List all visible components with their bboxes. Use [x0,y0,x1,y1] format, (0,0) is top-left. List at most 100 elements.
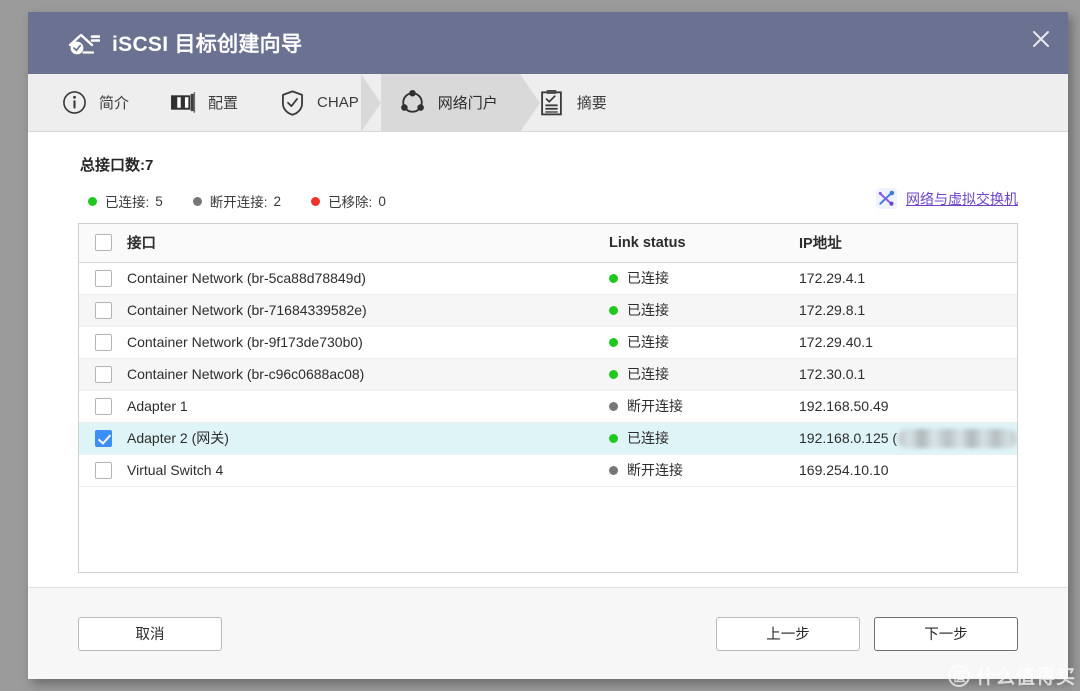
table-row[interactable]: Container Network (br-c96c0688ac08) 已连接 17… [79,358,1017,391]
connected-dot-icon [609,305,618,315]
step-config-label: 配置 [208,95,239,112]
ip-cell: 172.29.8.1 [799,302,1017,318]
legend-disconnected-value: 2 [273,193,282,209]
row-interface-name: Virtual Switch 4 [127,454,609,487]
row-interface-name: Container Network (br-9f173de730b0) [127,326,609,359]
header-select-all-cell [79,224,127,263]
ip-text: 192.168.0.125 ( [799,430,898,446]
iscsi-wizard-dialog: iSCSI 目标创建向导 简介 配置 CHAP 网络门户 摘要 总接口数:7 已… [28,12,1068,679]
row-checkbox[interactable] [95,397,112,415]
row-interface-name: Adapter 2 (网关) [127,422,609,455]
row-checkbox[interactable] [95,333,112,351]
row-ip-address: 192.168.0.125 ( [799,422,1017,455]
step-intro[interactable]: 简介 [42,74,151,131]
disconnected-dot-icon [609,465,618,475]
total-interfaces-label: 总接口数:7 [80,157,154,174]
dialog-title: iSCSI 目标创建向导 [112,33,303,56]
interface-table: 接口 Link status IP地址 Container Network (b… [79,224,1017,487]
table-row[interactable]: Adapter 2 (网关) 已连接 192.168.0.125 ( [79,422,1017,455]
ip-text: 169.254.10.10 [799,462,889,478]
status-legend: 已连接: 5 断开连接: 2 已移除: 0 网络与虚拟交换机 [88,188,1018,213]
row-link-status: 已连接 [609,326,799,359]
row-checkbox[interactable] [95,365,112,383]
status-text: 断开连接 [627,462,683,478]
step-chap-label: CHAP [317,94,359,111]
table-row[interactable]: Container Network (br-9f173de730b0) 已连接 17… [79,326,1017,359]
ip-cell: 172.29.4.1 [799,270,1017,286]
row-ip-address: 172.29.40.1 [799,326,1017,359]
network-virtual-switch-link[interactable]: 网络与虚拟交换机 [876,188,1018,209]
disconnected-dot-icon [609,401,618,411]
dialog-footer: 取消 上一步 下一步 [28,587,1068,679]
ip-cell: 172.29.40.1 [799,334,1017,350]
network-ring-icon [399,89,427,117]
network-virtual-switch-link-label: 网络与虚拟交换机 [906,190,1018,207]
step-network-portal[interactable]: 网络门户 [360,74,540,132]
status-cell: 已连接 [609,268,799,288]
ip-text: 172.29.40.1 [799,334,873,350]
status-text: 已连接 [627,430,669,446]
row-link-status: 已连接 [609,422,799,455]
row-ip-address: 172.30.0.1 [799,358,1017,391]
table-row[interactable]: Virtual Switch 4 断开连接 169.254.10.10 [79,454,1017,487]
next-button[interactable]: 下一步 [874,616,1018,651]
wizard-content: 总接口数:7 已连接: 5 断开连接: 2 已移除: 0 网络与虚拟交换机 接口… [28,132,1068,587]
connected-dot-icon [609,273,618,283]
status-cell: 已连接 [609,300,799,320]
row-interface-name: Container Network (br-5ca88d78849d) [127,262,609,295]
connected-dot-icon [609,369,618,379]
disconnected-dot-icon [192,196,202,206]
row-select-cell [79,294,127,327]
ip-cell: 192.168.50.49 [799,398,1017,414]
row-checkbox[interactable] [95,429,112,447]
header-interface[interactable]: 接口 [127,224,609,263]
status-text: 已连接 [627,334,669,350]
table-row[interactable]: Container Network (br-71684339582e) 已连接 17… [79,294,1017,327]
ip-cell: 192.168.0.125 ( [799,428,1017,448]
legend-disconnected-label: 断开连接: [209,195,268,210]
step-summary-label: 摘要 [576,95,607,112]
legend-removed: 已移除: 0 [311,191,386,211]
row-select-cell [79,326,127,359]
row-link-status: 已连接 [609,294,799,327]
row-checkbox[interactable] [95,269,112,287]
row-link-status: 已连接 [609,358,799,391]
interface-table-head: 接口 Link status IP地址 [79,224,1017,263]
step-summary[interactable]: 摘要 [520,74,629,131]
status-cell: 断开连接 [609,460,799,480]
ip-text: 172.30.0.1 [799,366,866,382]
row-ip-address: 172.29.4.1 [799,262,1017,295]
legend-removed-value: 0 [378,193,386,209]
row-checkbox[interactable] [95,301,112,319]
step-config[interactable]: 配置 [151,74,260,131]
close-button[interactable] [1014,12,1068,66]
close-icon [1033,31,1049,47]
row-ip-address: 192.168.50.49 [799,390,1017,423]
row-link-status: 断开连接 [609,390,799,423]
status-cell: 已连接 [609,364,799,384]
row-link-status: 已连接 [609,262,799,295]
previous-button[interactable]: 上一步 [716,616,860,651]
row-checkbox[interactable] [95,461,112,479]
row-interface-name: Adapter 1 [127,390,609,423]
ip-text: 172.29.8.1 [799,302,866,318]
dialog-titlebar: iSCSI 目标创建向导 [28,12,1068,74]
table-row[interactable]: Container Network (br-5ca88d78849d) 已连接 17… [79,262,1017,295]
header-ip-address[interactable]: IP地址 [799,224,1017,263]
header-link-status[interactable]: Link status [609,224,799,263]
row-select-cell [79,358,127,391]
select-all-checkbox[interactable] [95,234,112,252]
table-row[interactable]: Adapter 1 断开连接 192.168.50.49 [79,390,1017,423]
row-select-cell [79,262,127,295]
ip-cell: 169.254.10.10 [799,462,1017,478]
row-select-cell [79,422,127,455]
wizard-step-bar: 简介 配置 CHAP 网络门户 摘要 [28,74,1068,132]
removed-dot-icon [311,196,321,206]
server-icon [169,89,197,117]
row-link-status: 断开连接 [609,454,799,487]
clipboard-check-icon [538,89,566,117]
iscsi-target-icon [68,33,100,55]
row-select-cell [79,390,127,423]
cancel-button[interactable]: 取消 [78,616,222,651]
status-text: 已连接 [627,366,669,382]
